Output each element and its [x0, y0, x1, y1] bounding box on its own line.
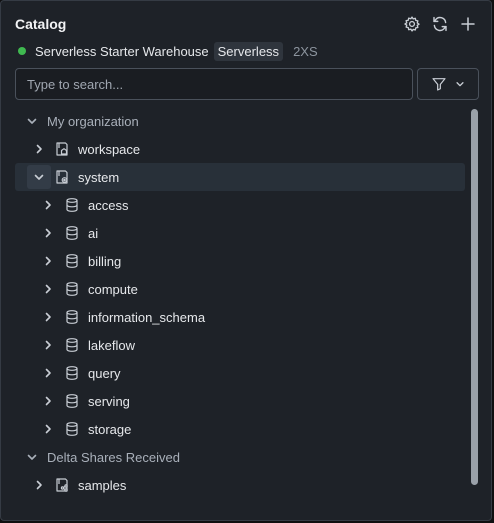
filter-button[interactable]: [417, 68, 479, 100]
gear-icon[interactable]: [403, 15, 421, 33]
database-icon: [63, 392, 81, 410]
warehouse-name: Serverless Starter Warehouse: [35, 43, 209, 59]
section-my-organization[interactable]: My organization: [15, 107, 465, 135]
catalog-tree: My organization workspace system access …: [15, 107, 465, 499]
schema-label: information_schema: [88, 309, 206, 325]
schema-label: ai: [88, 225, 99, 241]
catalog-item-system[interactable]: system: [15, 163, 465, 191]
database-icon: [63, 336, 81, 354]
database-icon: [63, 224, 81, 242]
panel-title: Catalog: [15, 16, 67, 32]
chevron-right-icon[interactable]: [41, 226, 55, 240]
schema-label: billing: [88, 253, 122, 269]
catalog-label: system: [78, 169, 120, 185]
section-label: Delta Shares Received: [47, 449, 180, 465]
schema-label: compute: [88, 281, 138, 297]
schema-item-storage[interactable]: storage: [15, 415, 465, 443]
header-actions: [403, 15, 477, 33]
chevron-down-icon[interactable]: [25, 114, 39, 128]
schema-item-query[interactable]: query: [15, 359, 465, 387]
chevron-down-icon: [455, 79, 465, 89]
schema-label: serving: [88, 393, 130, 409]
schema-item-access[interactable]: access: [15, 191, 465, 219]
warehouse-size: 2XS: [293, 43, 318, 59]
chevron-right-icon[interactable]: [41, 366, 55, 380]
schema-label: query: [88, 365, 121, 381]
catalog-label: samples: [78, 477, 127, 493]
chevron-right-icon[interactable]: [41, 282, 55, 296]
schema-label: lakeflow: [88, 337, 135, 353]
chevron-right-icon[interactable]: [41, 338, 55, 352]
schema-label: access: [88, 197, 129, 213]
catalog-icon: [53, 168, 71, 186]
database-icon: [63, 252, 81, 270]
database-icon: [63, 280, 81, 298]
chevron-right-icon[interactable]: [41, 310, 55, 324]
warehouse-type-badge: Serverless: [213, 41, 284, 61]
catalog-label: workspace: [78, 141, 141, 157]
shared-catalog-icon: [53, 476, 71, 494]
catalog-icon: [53, 140, 71, 158]
schema-item-compute[interactable]: compute: [15, 275, 465, 303]
chevron-right-icon[interactable]: [27, 473, 51, 497]
catalog-item-samples[interactable]: samples: [15, 471, 465, 499]
section-label: My organization: [47, 113, 139, 129]
chevron-right-icon[interactable]: [27, 137, 51, 161]
database-icon: [63, 364, 81, 382]
schema-label: storage: [88, 421, 132, 437]
schema-item-serving[interactable]: serving: [15, 387, 465, 415]
catalog-item-workspace[interactable]: workspace: [15, 135, 465, 163]
scrollbar-thumb[interactable]: [471, 109, 478, 485]
schema-item-lakeflow[interactable]: lakeflow: [15, 331, 465, 359]
chevron-right-icon[interactable]: [41, 254, 55, 268]
refresh-icon[interactable]: [431, 15, 449, 33]
catalog-header: Catalog: [15, 15, 477, 35]
schema-item-ai[interactable]: ai: [15, 219, 465, 247]
schema-item-billing[interactable]: billing: [15, 247, 465, 275]
chevron-right-icon[interactable]: [41, 422, 55, 436]
plus-icon[interactable]: [459, 15, 477, 33]
search-input[interactable]: [15, 68, 413, 100]
chevron-right-icon[interactable]: [41, 394, 55, 408]
schema-item-information-schema[interactable]: information_schema: [15, 303, 465, 331]
filter-icon: [431, 76, 447, 92]
status-dot: [18, 47, 26, 55]
catalog-panel: Catalog Serverless Starter Warehouse Ser…: [0, 0, 492, 521]
database-icon: [63, 196, 81, 214]
database-icon: [63, 420, 81, 438]
chevron-right-icon[interactable]: [41, 198, 55, 212]
section-delta-shares-received[interactable]: Delta Shares Received: [15, 443, 465, 471]
chevron-down-icon[interactable]: [25, 450, 39, 464]
database-icon: [63, 308, 81, 326]
chevron-down-icon[interactable]: [27, 165, 51, 189]
warehouse-selector[interactable]: Serverless Starter Warehouse Serverless …: [18, 41, 318, 61]
